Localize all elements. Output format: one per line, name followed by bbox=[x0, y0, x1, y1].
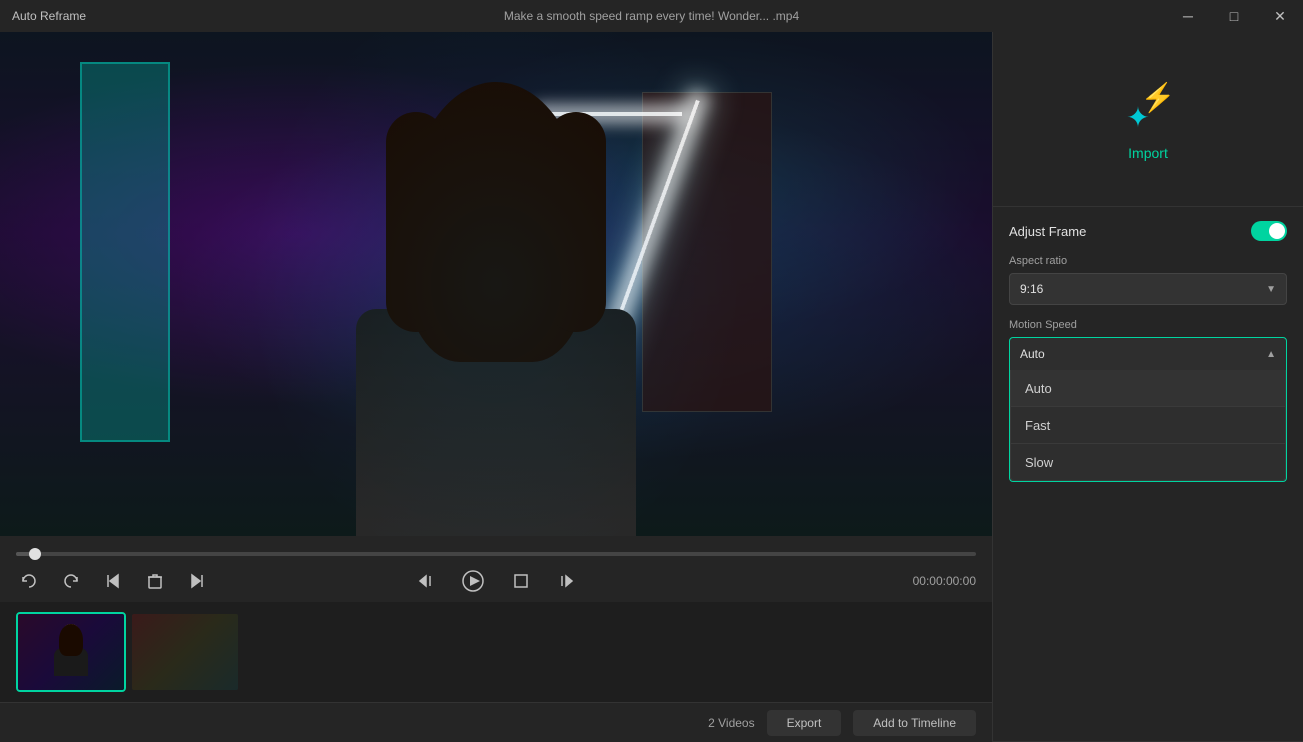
stop-icon bbox=[512, 572, 530, 590]
redo-icon bbox=[62, 572, 80, 590]
play-button[interactable] bbox=[458, 566, 488, 596]
timeline-area bbox=[0, 602, 992, 702]
dropdown-item-fast[interactable]: Fast bbox=[1011, 407, 1285, 443]
goto-start-button[interactable] bbox=[100, 568, 126, 594]
dropdown-item-slow[interactable]: Slow bbox=[1011, 444, 1285, 480]
motion-speed-label: Motion Speed bbox=[1009, 319, 1287, 331]
import-icon-stack: ⚡ ✦ bbox=[1118, 77, 1178, 137]
delete-button[interactable] bbox=[142, 568, 168, 594]
section-title: Adjust Frame bbox=[1009, 224, 1086, 239]
door-element bbox=[80, 62, 170, 442]
toggle-knob bbox=[1269, 223, 1285, 239]
motion-speed-selected-value: Auto bbox=[1020, 347, 1045, 361]
left-panel: 00:00:00:00 2 Videos Exp bbox=[0, 32, 993, 742]
controls-center bbox=[412, 566, 580, 596]
redo-button[interactable] bbox=[58, 568, 84, 594]
app-title: Auto Reframe bbox=[12, 9, 86, 23]
dropdown-item-auto[interactable]: Auto bbox=[1011, 370, 1285, 406]
goto-end-icon bbox=[188, 572, 206, 590]
thumbnail-2[interactable] bbox=[130, 612, 240, 692]
dropdown-item-auto-label: Auto bbox=[1025, 381, 1052, 396]
step-back-icon bbox=[416, 572, 434, 590]
dropdown-up-arrow-icon: ▲ bbox=[1266, 349, 1276, 360]
thumbnail-1-person bbox=[51, 624, 91, 684]
stop-button[interactable] bbox=[508, 568, 534, 594]
timecode: 00:00:00:00 bbox=[913, 574, 976, 588]
aspect-ratio-arrow-icon: ▼ bbox=[1266, 284, 1276, 295]
titlebar: Auto Reframe Make a smooth speed ramp ev… bbox=[0, 0, 1303, 32]
aspect-ratio-value: 9:16 bbox=[1020, 282, 1043, 296]
thumbnail-2-bg bbox=[132, 614, 238, 690]
videos-count: 2 Videos bbox=[708, 716, 754, 730]
close-button[interactable]: ✕ bbox=[1257, 0, 1303, 32]
video-preview bbox=[0, 32, 992, 536]
motion-speed-dropdown-list: Auto Fast Slow bbox=[1010, 370, 1286, 481]
adjust-frame-toggle[interactable] bbox=[1251, 221, 1287, 241]
thumbnail-1[interactable] bbox=[16, 612, 126, 692]
maximize-button[interactable]: □ bbox=[1211, 0, 1257, 32]
main-layout: 00:00:00:00 2 Videos Exp bbox=[0, 32, 1303, 742]
video-frame bbox=[0, 32, 992, 536]
window-controls: ─ □ ✕ bbox=[1165, 0, 1303, 32]
dropdown-item-slow-label: Slow bbox=[1025, 455, 1053, 470]
progress-bar-container[interactable] bbox=[16, 544, 976, 564]
aspect-ratio-label: Aspect ratio bbox=[1009, 255, 1287, 267]
lightning-front-icon: ✦ bbox=[1118, 97, 1158, 137]
controls-left bbox=[16, 568, 210, 594]
goto-start-icon bbox=[104, 572, 122, 590]
import-section: ⚡ ✦ Import bbox=[993, 32, 1303, 207]
export-button[interactable]: Export bbox=[767, 710, 842, 736]
delete-icon bbox=[146, 572, 164, 590]
import-icon-front: ✦ bbox=[1118, 97, 1158, 137]
dropdown-item-fast-label: Fast bbox=[1025, 418, 1050, 433]
play-icon bbox=[462, 570, 484, 592]
file-title: Make a smooth speed ramp every time! Won… bbox=[504, 9, 799, 23]
import-button[interactable]: Import bbox=[1128, 145, 1168, 161]
step-forward-button[interactable] bbox=[554, 568, 580, 594]
step-forward-icon bbox=[558, 572, 576, 590]
undo-icon bbox=[20, 572, 38, 590]
progress-bar-track[interactable] bbox=[16, 552, 976, 556]
playback-area: 00:00:00:00 bbox=[0, 536, 992, 602]
thumbnail-1-hair bbox=[59, 624, 83, 656]
undo-button[interactable] bbox=[16, 568, 42, 594]
thumbnail-1-bg bbox=[18, 614, 124, 690]
progress-dot[interactable] bbox=[29, 548, 41, 560]
add-to-timeline-button[interactable]: Add to Timeline bbox=[853, 710, 976, 736]
motion-speed-dropdown[interactable]: Auto ▲ Auto Fast Slow bbox=[1009, 337, 1287, 482]
motion-speed-selected[interactable]: Auto ▲ bbox=[1010, 338, 1286, 370]
right-panel: ⚡ ✦ Import Adjust Frame Aspect ratio 9:1… bbox=[993, 32, 1303, 742]
minimize-button[interactable]: ─ bbox=[1165, 0, 1211, 32]
bottom-bar: 2 Videos Export Add to Timeline bbox=[0, 702, 992, 742]
person-glow bbox=[246, 32, 746, 536]
controls-row: 00:00:00:00 bbox=[16, 568, 976, 594]
step-back-button[interactable] bbox=[412, 568, 438, 594]
section-header: Adjust Frame bbox=[1009, 221, 1287, 241]
goto-end-button[interactable] bbox=[184, 568, 210, 594]
adjust-frame-section: Adjust Frame Aspect ratio 9:16 ▼ Motion … bbox=[993, 207, 1303, 742]
aspect-ratio-select[interactable]: 9:16 ▼ bbox=[1009, 273, 1287, 305]
